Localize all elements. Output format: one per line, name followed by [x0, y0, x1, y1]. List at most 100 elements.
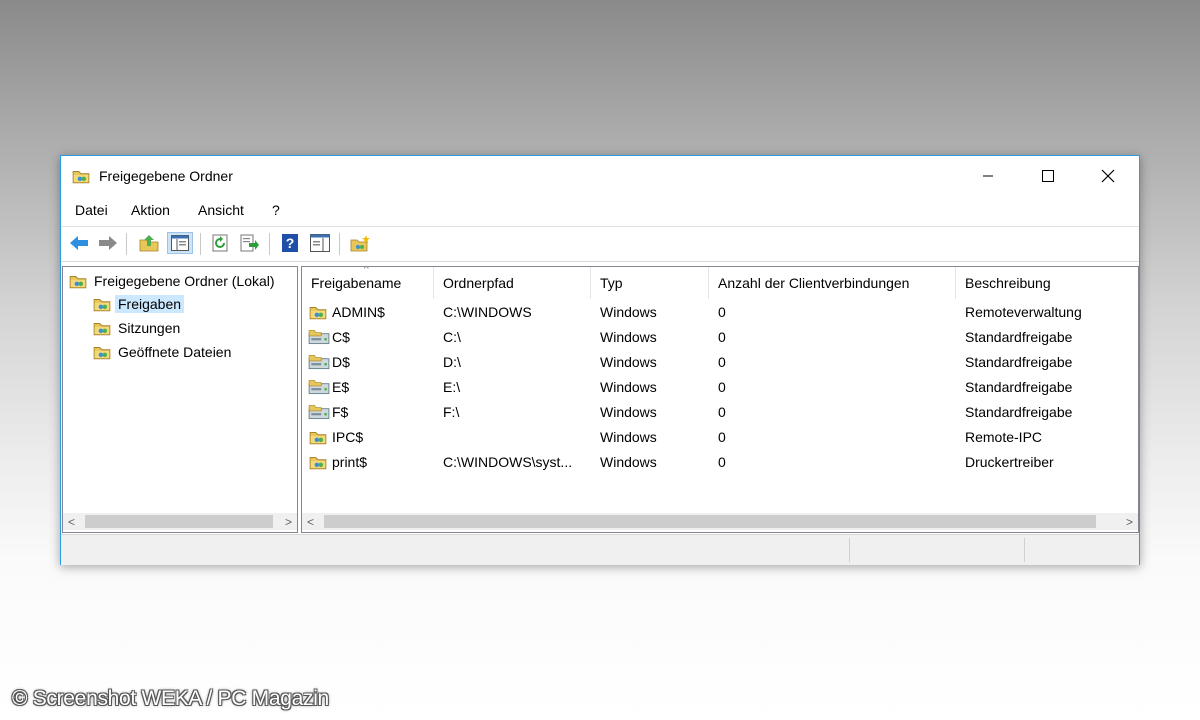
action-pane-button[interactable] [309, 232, 331, 254]
title-bar[interactable]: Freigegebene Ordner [61, 156, 1139, 196]
column-header-typ[interactable]: Typ [591, 267, 709, 299]
chevron-left-icon: < [306, 514, 314, 529]
forward-arrow-icon [99, 236, 117, 250]
cell-description: Druckertreiber [965, 454, 1054, 470]
status-bar [61, 534, 1139, 565]
table-row[interactable]: ADMIN$ C:\WINDOWS Windows 0 Remoteverwal… [302, 300, 1138, 325]
back-arrow-icon [70, 236, 88, 250]
table-row[interactable]: D$ D:\ Windows 0 Standardfreigabe [302, 350, 1138, 375]
shared-folder-icon [93, 346, 111, 360]
cell-path: D:\ [443, 354, 461, 370]
copyright-watermark: © Screenshot WEKA / PC Magazin [12, 687, 329, 710]
up-button[interactable] [138, 232, 160, 254]
cell-connections: 0 [718, 379, 726, 395]
help-button[interactable]: ? [279, 232, 301, 254]
refresh-icon [212, 234, 228, 252]
table-row[interactable]: C$ C:\ Windows 0 Standardfreigabe [302, 325, 1138, 350]
cell-type: Windows [600, 379, 657, 395]
status-separator [849, 538, 850, 562]
scroll-left-button[interactable]: < [302, 513, 319, 530]
column-header-label: Freigabename [311, 275, 402, 291]
cell-name: ADMIN$ [332, 304, 385, 320]
shares-list-pane: ^ Freigabename Ordnerpfad Typ Anzahl der… [301, 266, 1139, 533]
column-header-ordnerpfad[interactable]: Ordnerpfad [434, 267, 591, 299]
menu-aktion[interactable]: Aktion [131, 202, 170, 218]
menu-datei[interactable]: Datei [75, 202, 108, 218]
cell-path: C:\WINDOWS\syst... [443, 454, 573, 470]
toolbar-separator [269, 233, 270, 255]
export-list-button[interactable] [239, 232, 261, 254]
tree-item-label: Freigaben [115, 295, 185, 313]
table-row[interactable]: IPC$ Windows 0 Remote-IPC [302, 425, 1138, 450]
column-header-freigabename[interactable]: ^ Freigabename [302, 267, 434, 299]
cell-connections: 0 [718, 329, 726, 345]
refresh-button[interactable] [210, 232, 232, 254]
tree-item-geoeffnete-dateien[interactable]: Geöffnete Dateien [92, 341, 231, 363]
window-title: Freigegebene Ordner [99, 168, 233, 184]
cell-name: E$ [332, 379, 350, 395]
cell-name: F$ [332, 404, 349, 420]
column-header-anzahl-clientverbindungen[interactable]: Anzahl der Clientverbindungen [709, 267, 956, 299]
list-horizontal-scrollbar[interactable]: < > [302, 513, 1138, 530]
cell-connections: 0 [718, 454, 726, 470]
tree-item-label: Geöffnete Dateien [118, 344, 232, 360]
cell-description: Standardfreigabe [965, 354, 1073, 370]
minimize-button[interactable] [959, 156, 1017, 196]
chevron-left-icon: < [67, 514, 75, 529]
tree-horizontal-scrollbar[interactable]: < > [63, 513, 297, 530]
shared-folder-icon [309, 306, 327, 320]
shared-folder-icon [72, 170, 90, 184]
scroll-left-button[interactable]: < [63, 513, 80, 530]
new-share-icon [350, 235, 370, 252]
cell-description: Standardfreigabe [965, 329, 1073, 345]
svg-text:?: ? [286, 235, 295, 251]
table-row[interactable]: print$ C:\WINDOWS\syst... Windows 0 Druc… [302, 450, 1138, 475]
shared-drive-icon [308, 354, 330, 370]
shared-folder-icon [93, 322, 111, 336]
column-header-beschreibung[interactable]: Beschreibung [956, 267, 1138, 299]
menu-bar: Datei Aktion Ansicht ? [61, 199, 1139, 223]
toolbar: ? [61, 226, 1139, 262]
cell-connections: 0 [718, 429, 726, 445]
scroll-right-button[interactable]: > [1121, 513, 1138, 530]
cell-name: D$ [332, 354, 350, 370]
minimize-icon [983, 175, 993, 177]
shared-folder-icon [69, 275, 87, 289]
tree-item-sitzungen[interactable]: Sitzungen [92, 317, 180, 339]
forward-button[interactable] [97, 232, 119, 254]
tree-item-freigaben[interactable]: Freigaben [92, 293, 185, 315]
shared-drive-icon [308, 404, 330, 420]
close-icon [1101, 169, 1115, 183]
table-row[interactable]: F$ F:\ Windows 0 Standardfreigabe [302, 400, 1138, 425]
table-row[interactable]: E$ E:\ Windows 0 Standardfreigabe [302, 375, 1138, 400]
cell-connections: 0 [718, 304, 726, 320]
menu-ansicht[interactable]: Ansicht [198, 202, 244, 218]
scroll-right-button[interactable]: > [280, 513, 297, 530]
maximize-icon [1042, 170, 1054, 182]
shared-folders-window: Freigegebene Ordner Datei Aktion Ansicht… [60, 155, 1140, 565]
column-header-label: Anzahl der Clientverbindungen [718, 275, 910, 291]
menu-help[interactable]: ? [272, 202, 280, 218]
maximize-button[interactable] [1019, 156, 1077, 196]
console-tree-button[interactable] [167, 232, 193, 254]
back-button[interactable] [68, 232, 90, 254]
up-folder-icon [139, 235, 159, 252]
tree-root[interactable]: Freigegebene Ordner (Lokal) [68, 270, 275, 292]
cell-type: Windows [600, 304, 657, 320]
shared-drive-icon [308, 379, 330, 395]
close-button[interactable] [1079, 156, 1137, 196]
cell-type: Windows [600, 354, 657, 370]
cell-path: F:\ [443, 404, 460, 420]
action-pane-icon [310, 234, 330, 252]
chevron-right-icon: > [1125, 514, 1133, 529]
scroll-thumb[interactable] [324, 515, 1096, 528]
scroll-thumb[interactable] [85, 515, 273, 528]
cell-type: Windows [600, 404, 657, 420]
cell-path: C:\WINDOWS [443, 304, 532, 320]
toolbar-separator [126, 233, 127, 255]
cell-path: E:\ [443, 379, 461, 395]
shared-folder-icon [93, 298, 111, 312]
new-share-button[interactable] [349, 232, 371, 254]
tree-item-label: Sitzungen [118, 320, 181, 336]
cell-description: Remote-IPC [965, 429, 1043, 445]
